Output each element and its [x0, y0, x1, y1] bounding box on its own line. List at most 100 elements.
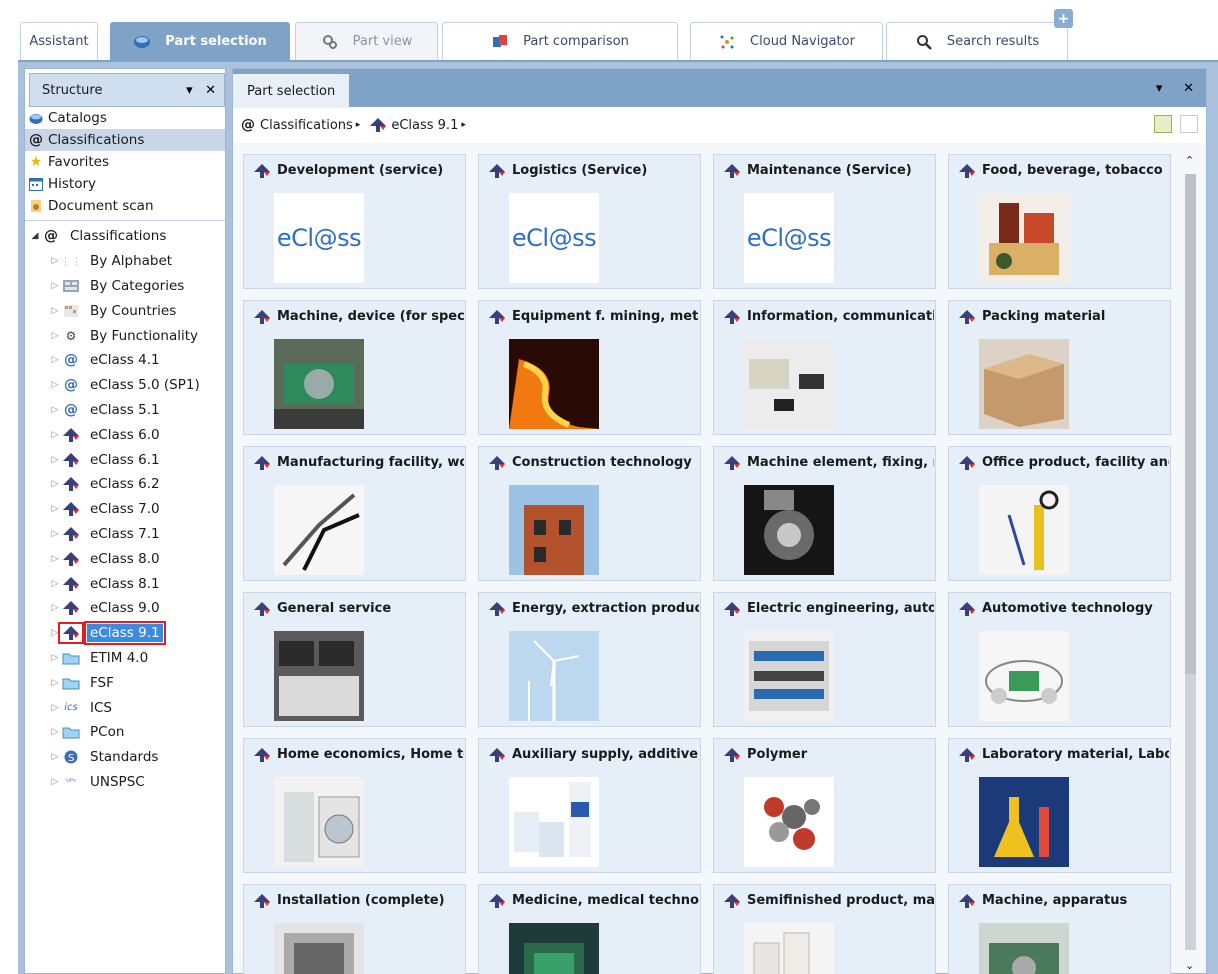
category-card[interactable]: Electric engineering, autom — [713, 592, 936, 727]
expand-arrow-icon[interactable]: ▷ — [49, 678, 61, 688]
tree-item-eclass-4-1[interactable]: ▷ @ eClass 4.1 — [25, 348, 225, 373]
tree-item-by-alphabet[interactable]: ▷ ⋮⋮ By Alphabet — [25, 249, 225, 274]
nav-item-favorites[interactable]: ★ Favorites — [25, 151, 225, 173]
tab-assistant[interactable]: Assistant — [20, 22, 98, 60]
structure-tab[interactable]: Structure ▾ ✕ — [29, 73, 225, 107]
tree-root-classifications[interactable]: ◢ @ Classifications — [25, 224, 225, 249]
eclass-arrow-icon — [254, 601, 270, 616]
part-selection-tab[interactable]: Part selection — [233, 74, 350, 108]
expand-arrow-icon[interactable]: ▷ — [49, 306, 61, 316]
nav-item-history[interactable]: History — [25, 173, 225, 195]
expand-arrow-icon[interactable]: ▷ — [49, 703, 61, 713]
tree-item-ics[interactable]: ▷ ics ICS — [25, 695, 225, 720]
apparatus-image — [979, 923, 1069, 974]
tree-item-by-countries[interactable]: ▷ By Countries — [25, 298, 225, 323]
category-card[interactable]: Office product, facility and — [948, 446, 1171, 581]
tree-item-etim-4-0[interactable]: ▷ ETIM 4.0 — [25, 646, 225, 671]
add-tab-button[interactable]: + — [1054, 9, 1073, 28]
category-card[interactable]: General service — [243, 592, 466, 727]
category-card[interactable]: Development (service) eCl@ss — [243, 154, 466, 289]
expand-arrow-icon[interactable]: ▷ — [49, 455, 61, 465]
nav-item-classifications[interactable]: @ Classifications — [25, 129, 225, 151]
breadcrumb-label: Classifications — [260, 117, 353, 133]
category-card[interactable]: Machine, device (for specia — [243, 300, 466, 435]
expand-arrow-icon[interactable]: ▷ — [49, 653, 61, 663]
category-card[interactable]: Installation (complete) — [243, 884, 466, 974]
tree-item-eclass-9-0[interactable]: ▷ eClass 9.0 — [25, 596, 225, 621]
tile-view-icon[interactable] — [1154, 115, 1172, 133]
expand-arrow-icon[interactable]: ▷ — [49, 603, 61, 613]
nav-item-catalogs[interactable]: Catalogs — [25, 107, 225, 129]
expand-arrow-icon[interactable]: ▷ — [49, 281, 61, 291]
tree-item-eclass-7-0[interactable]: ▷ eClass 7.0 — [25, 497, 225, 522]
category-card[interactable]: Auxiliary supply, additive, c — [478, 738, 701, 873]
vertical-scrollbar[interactable]: ⌃ ⌄ — [1182, 154, 1198, 974]
expand-arrow-icon[interactable]: ▷ — [49, 355, 61, 365]
breadcrumb-item[interactable]: eClass 9.1 ▸ — [370, 118, 476, 133]
tree-item-eclass-6-0[interactable]: ▷ eClass 6.0 — [25, 422, 225, 447]
category-card[interactable]: Packing material — [948, 300, 1171, 435]
category-card[interactable]: Energy, extraction product, — [478, 592, 701, 727]
category-card[interactable]: Equipment f. mining, metal — [478, 300, 701, 435]
scroll-up-icon[interactable]: ⌃ — [1185, 154, 1194, 167]
category-card[interactable]: Semifinished product, mat — [713, 884, 936, 974]
category-card[interactable]: Machine element, fixing, m — [713, 446, 936, 581]
tab-search-results[interactable]: Search results — [886, 22, 1068, 60]
list-view-icon[interactable] — [1180, 115, 1198, 133]
expand-arrow-icon[interactable]: ▷ — [49, 479, 61, 489]
tree-item-eclass-6-1[interactable]: ▷ eClass 6.1 — [25, 447, 225, 472]
scrollbar-thumb[interactable] — [1185, 174, 1196, 674]
tree-item-standards[interactable]: ▷ S Standards — [25, 745, 225, 770]
tree-item-eclass-7-1[interactable]: ▷ eClass 7.1 — [25, 522, 225, 547]
category-card[interactable]: Construction technology — [478, 446, 701, 581]
expand-arrow-icon[interactable]: ▷ — [49, 727, 61, 737]
tab-part-comparison[interactable]: Part comparison — [442, 22, 678, 60]
expand-arrow-icon[interactable]: ▷ — [49, 405, 61, 415]
close-icon[interactable]: ✕ — [205, 83, 216, 98]
card-title: Manufacturing facility, wor — [254, 455, 464, 470]
tree-item-by-categories[interactable]: ▷ By Categories — [25, 274, 225, 299]
nav-item-document-scan[interactable]: Document scan — [25, 195, 225, 217]
close-icon[interactable]: ✕ — [1183, 81, 1194, 96]
category-card[interactable]: Information, communicatio — [713, 300, 936, 435]
scroll-down-icon[interactable]: ⌄ — [1185, 959, 1194, 972]
expand-arrow-icon[interactable]: ▷ — [49, 579, 61, 589]
category-card[interactable]: Machine, apparatus — [948, 884, 1171, 974]
category-card[interactable]: Logistics (Service) eCl@ss — [478, 154, 701, 289]
expand-arrow-icon[interactable]: ▷ — [49, 504, 61, 514]
eclass-arrow-icon — [489, 601, 505, 616]
category-card[interactable]: Home economics, Home te — [243, 738, 466, 873]
tree-item-eclass-5-0-sp1[interactable]: ▷ @ eClass 5.0 (SP1) — [25, 373, 225, 398]
expand-arrow-icon[interactable]: ▷ — [49, 430, 61, 440]
category-card[interactable]: Maintenance (Service) eCl@ss — [713, 154, 936, 289]
category-card[interactable]: Food, beverage, tobacco — [948, 154, 1171, 289]
tree-item-eclass-9-1[interactable]: ▷ eClass 9.1 — [25, 621, 225, 646]
expand-arrow-icon[interactable]: ▷ — [49, 331, 61, 341]
tree-item-fsf[interactable]: ▷ FSF — [25, 670, 225, 695]
expand-arrow-icon[interactable]: ▷ — [49, 777, 61, 787]
category-card[interactable]: Polymer — [713, 738, 936, 873]
category-card[interactable]: Automotive technology — [948, 592, 1171, 727]
expand-arrow-icon[interactable]: ▷ — [49, 529, 61, 539]
collapse-arrow-icon[interactable]: ◢ — [29, 231, 41, 241]
dropdown-icon[interactable]: ▾ — [186, 83, 193, 98]
tree-item-eclass-6-2[interactable]: ▷ eClass 6.2 — [25, 472, 225, 497]
tab-part-selection[interactable]: Part selection — [110, 22, 290, 60]
expand-arrow-icon[interactable]: ▷ — [49, 628, 61, 638]
expand-arrow-icon[interactable]: ▷ — [49, 752, 61, 762]
tree-item-eclass-5-1[interactable]: ▷ @ eClass 5.1 — [25, 398, 225, 423]
tree-item-eclass-8-1[interactable]: ▷ eClass 8.1 — [25, 571, 225, 596]
dropdown-icon[interactable]: ▾ — [1156, 81, 1163, 96]
tree-item-unspsc[interactable]: ▷ ᵁᴾˢ UNSPSC — [25, 770, 225, 795]
tab-cloud-navigator[interactable]: Cloud Navigator — [690, 22, 883, 60]
tree-item-by-functionality[interactable]: ▷ ⚙ By Functionality — [25, 323, 225, 348]
tree-item-pcon[interactable]: ▷ PCon — [25, 720, 225, 745]
expand-arrow-icon[interactable]: ▷ — [49, 554, 61, 564]
tree-item-eclass-8-0[interactable]: ▷ eClass 8.0 — [25, 546, 225, 571]
category-card[interactable]: Medicine, medical technolo — [478, 884, 701, 974]
breadcrumb-item[interactable]: @ Classifications ▸ — [241, 117, 370, 133]
category-card[interactable]: Laboratory material, Labora — [948, 738, 1171, 873]
category-card[interactable]: Manufacturing facility, wor — [243, 446, 466, 581]
expand-arrow-icon[interactable]: ▷ — [49, 380, 61, 390]
card-title: Food, beverage, tobacco — [959, 163, 1169, 178]
